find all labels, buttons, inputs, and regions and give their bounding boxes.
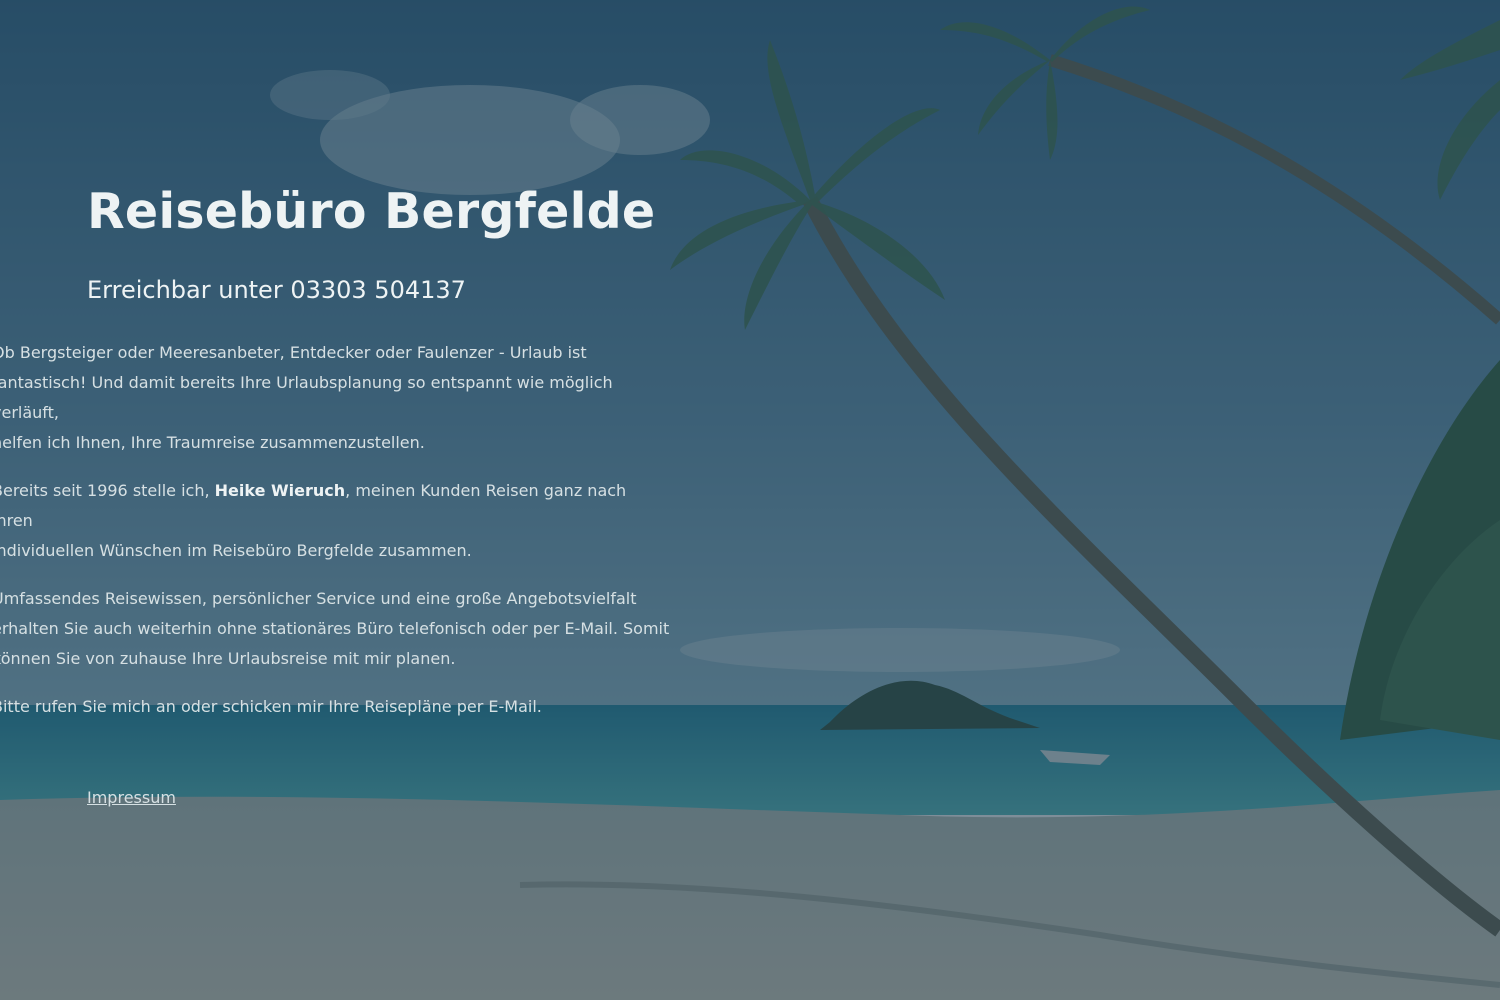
- intro-paragraph-1: Ob Bergsteiger oder Meeresanbeter, Entde…: [0, 338, 672, 458]
- owner-name: Heike Wieruch: [214, 481, 346, 500]
- impressum-link[interactable]: Impressum: [87, 788, 176, 807]
- intro-p2-before: Bereits seit 1996 stelle ich,: [0, 481, 215, 500]
- intro-paragraph-4: Bitte rufen Sie mich an oder schicken mi…: [0, 692, 672, 722]
- intro-paragraph-3: Umfassendes Reisewissen, persönlicher Se…: [0, 584, 672, 674]
- page-title: Reisebüro Bergfelde: [87, 183, 656, 240]
- intro-p1-line2: fantastisch! Und damit bereits Ihre Urla…: [0, 373, 613, 422]
- phone-subtitle: Erreichbar unter 03303 504137: [87, 276, 466, 304]
- intro-text: Ob Bergsteiger oder Meeresanbeter, Entde…: [0, 338, 672, 740]
- intro-paragraph-2: Bereits seit 1996 stelle ich, Heike Wier…: [0, 476, 672, 566]
- intro-p1-line3: helfen ich Ihnen, Ihre Traumreise zusamm…: [0, 433, 425, 452]
- intro-p2-line2: individuellen Wünschen im Reisebüro Berg…: [0, 541, 472, 560]
- intro-p3-line3: können Sie von zuhause Ihre Urlaubsreise…: [0, 649, 456, 668]
- intro-p3-line2: erhalten Sie auch weiterhin ohne station…: [0, 619, 670, 638]
- intro-p1-line1: Ob Bergsteiger oder Meeresanbeter, Entde…: [0, 343, 587, 362]
- main-content: Reisebüro Bergfelde Erreichbar unter 033…: [0, 0, 1500, 1000]
- intro-p4: Bitte rufen Sie mich an oder schicken mi…: [0, 697, 542, 716]
- intro-p3-line1: Umfassendes Reisewissen, persönlicher Se…: [0, 589, 637, 608]
